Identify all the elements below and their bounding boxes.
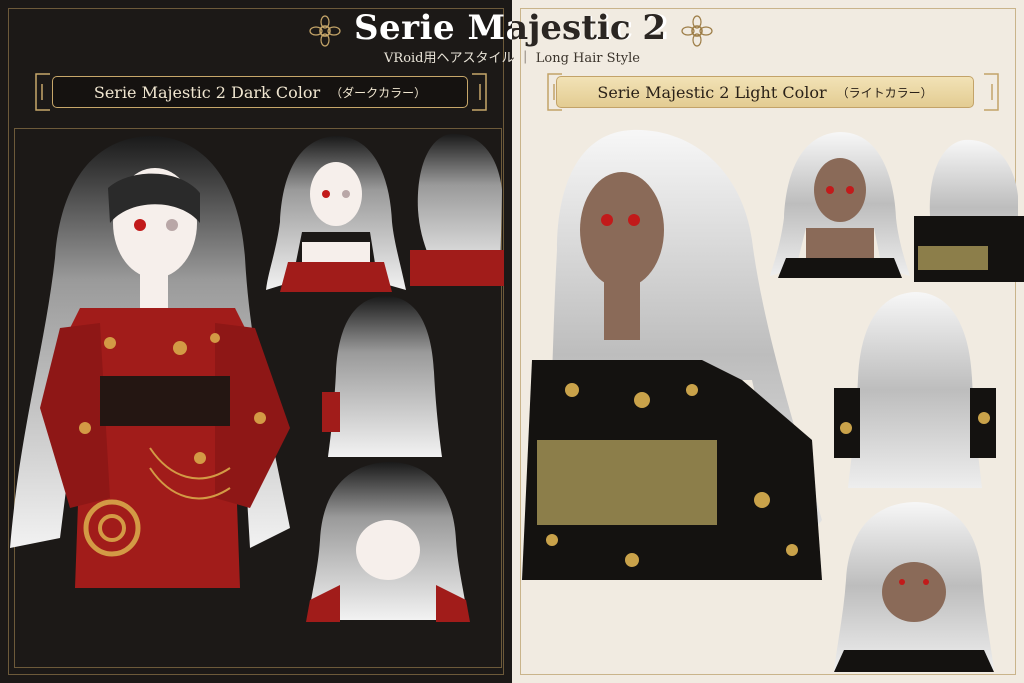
dark-label-right-ornament-icon — [472, 73, 487, 111]
dark-front-bust-view — [266, 136, 406, 292]
light-label-right-ornament-icon — [984, 73, 999, 111]
page-title-light-overlay: Serie Majestic 2 — [512, 8, 667, 48]
dark-color-panel: Serie Majestic 2 Dark Color （ダークカラー） — [0, 0, 512, 683]
light-front-bust-view — [770, 132, 910, 278]
dark-label-left-ornament-icon — [35, 73, 50, 111]
dark-side-bust-view — [410, 133, 504, 286]
light-side-bust-view — [914, 139, 1024, 282]
light-color-panel: Serie Majestic 2 Light Color （ライトカラー） — [512, 0, 1024, 683]
dark-color-label-jp: （ダークカラー） — [330, 85, 427, 100]
light-back-view — [834, 292, 996, 488]
left-flower-ornament-icon — [309, 15, 341, 47]
page-subtitle-light-overlay: VRoid用ヘアスタイル ｜ Long Hair Style — [512, 51, 640, 66]
right-flower-ornament-icon — [681, 15, 713, 47]
dark-color-label-text: Serie Majestic 2 Dark Color — [93, 82, 321, 102]
light-color-label-jp: （ライトカラー） — [836, 85, 933, 100]
dark-top-down-view — [306, 462, 470, 622]
dark-back-view — [322, 296, 442, 457]
light-color-label: Serie Majestic 2 Light Color （ライトカラー） — [556, 76, 974, 108]
light-top-down-view — [834, 502, 994, 672]
light-color-label-text: Serie Majestic 2 Light Color — [597, 82, 827, 102]
dark-color-label: Serie Majestic 2 Dark Color （ダークカラー） — [52, 76, 468, 108]
